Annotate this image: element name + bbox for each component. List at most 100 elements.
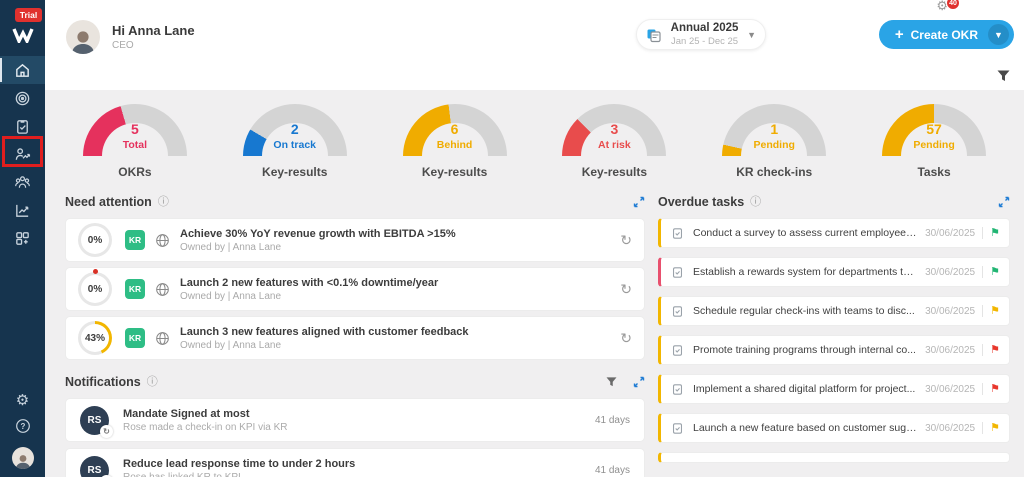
task-title: Conduct a survey to assess current emplo… bbox=[693, 227, 918, 239]
gauge-category: Key-results bbox=[262, 165, 328, 179]
sidebar-item-tasks[interactable] bbox=[0, 112, 45, 140]
gauge-value: 3 bbox=[610, 121, 619, 137]
topbar: Hi Anna Lane CEO Annual 2025 Jan 25 - De… bbox=[45, 0, 1024, 90]
task-title: Schedule regular check-ins with teams to… bbox=[693, 305, 915, 317]
notifications-filter-button[interactable] bbox=[606, 377, 617, 387]
home-icon bbox=[16, 63, 29, 77]
notification-item[interactable]: RS ↻ Reduce lead response time to under … bbox=[65, 448, 645, 477]
priority-flag-icon[interactable]: ⚑ bbox=[990, 383, 1000, 395]
need-attention-item[interactable]: 0% KR Launch 2 new features with <0.1% d… bbox=[65, 267, 645, 311]
priority-flag-icon[interactable]: ⚑ bbox=[990, 344, 1000, 356]
help-icon: ? bbox=[15, 419, 30, 433]
task-card[interactable]: Launch a new feature based on customer s… bbox=[658, 413, 1010, 443]
progress-ring: 43% bbox=[78, 321, 112, 355]
task-card[interactable]: Establish a rewards system for departmen… bbox=[658, 257, 1010, 287]
info-icon[interactable]: ⓘ bbox=[750, 196, 761, 208]
expand-icon[interactable] bbox=[633, 376, 645, 388]
globe-icon bbox=[156, 282, 169, 296]
gauge-okrs[interactable]: 5 Total OKRs bbox=[55, 104, 215, 179]
need-attention-item[interactable]: 43% KR Launch 3 new features aligned wit… bbox=[65, 316, 645, 360]
gauge-value: 5 bbox=[131, 121, 139, 137]
gauge-kr-checkins[interactable]: 1 Pending KR check-ins bbox=[694, 104, 854, 179]
info-icon[interactable]: ⓘ bbox=[147, 376, 158, 388]
create-okr-button[interactable]: + Create OKR ▼ bbox=[878, 20, 1014, 49]
task-due-date: 30/06/2025 bbox=[925, 227, 976, 239]
dashboard-root: Trial ⚙ ? Hi Anna Lane CEO Annual 2025 J… bbox=[0, 0, 1024, 477]
notifications-gear[interactable]: ⚙ 40 bbox=[936, 0, 960, 12]
task-card[interactable]: Implement a shared digital platform for … bbox=[658, 374, 1010, 404]
info-icon[interactable]: ⓘ bbox=[158, 196, 169, 208]
priority-flag-icon[interactable]: ⚑ bbox=[990, 305, 1000, 317]
grid-plus-icon bbox=[16, 231, 29, 245]
globe-icon bbox=[156, 233, 169, 247]
priority-flag-icon[interactable]: ⚑ bbox=[990, 227, 1000, 239]
task-card-partial[interactable] bbox=[658, 452, 1010, 463]
priority-flag-icon[interactable]: ⚑ bbox=[990, 422, 1000, 434]
help-button[interactable]: ? bbox=[15, 418, 31, 439]
kr-title: Achieve 30% YoY revenue growth with EBIT… bbox=[180, 227, 456, 240]
checkin-icon[interactable]: ↻ bbox=[620, 232, 632, 249]
priority-flag-icon[interactable]: ⚑ bbox=[990, 266, 1000, 278]
progress-ring: 0% bbox=[78, 223, 112, 257]
target-icon bbox=[15, 91, 30, 105]
gauge-kr-ontrack[interactable]: 2 On track Key-results bbox=[215, 104, 375, 179]
task-clipboard-icon bbox=[672, 227, 683, 239]
settings-button[interactable]: ⚙ bbox=[16, 392, 29, 410]
gear-icon: ⚙ bbox=[15, 392, 30, 409]
gauge-status: Total bbox=[122, 139, 148, 151]
greeting-block: Hi Anna Lane CEO bbox=[66, 20, 195, 54]
checkin-icon[interactable]: ↻ bbox=[620, 330, 632, 347]
gauge-category: Tasks bbox=[917, 165, 951, 179]
sidebar-item-people-progress[interactable] bbox=[0, 140, 45, 168]
weekdone-logo-icon[interactable] bbox=[11, 28, 34, 48]
create-okr-label: Create OKR bbox=[910, 27, 978, 42]
create-okr-dropdown[interactable]: ▼ bbox=[988, 24, 1009, 45]
notification-count-badge: 40 bbox=[946, 0, 960, 10]
gauge-kr-behind[interactable]: 6 Behind Key-results bbox=[375, 104, 535, 179]
gauge-status: Pending bbox=[913, 139, 955, 151]
globe-icon bbox=[156, 331, 169, 345]
plus-icon: + bbox=[894, 26, 904, 43]
gauge-tasks[interactable]: 57 Pending Tasks bbox=[854, 104, 1014, 179]
checkin-icon[interactable]: ↻ bbox=[620, 281, 632, 298]
kr-badge: KR bbox=[125, 230, 145, 250]
task-clipboard-icon bbox=[672, 422, 683, 434]
period-range: Jan 25 - Dec 25 bbox=[671, 35, 739, 47]
task-title: Launch a new feature based on customer s… bbox=[693, 422, 918, 434]
period-selector[interactable]: Annual 2025 Jan 25 - Dec 25 ▼ bbox=[636, 19, 766, 50]
sidebar-item-okrs[interactable] bbox=[0, 84, 45, 112]
gauge-category: Key-results bbox=[421, 165, 488, 179]
calendar-icon bbox=[647, 29, 661, 42]
kr-owner: Owned by | Anna Lane bbox=[180, 339, 282, 351]
need-attention-item[interactable]: 0% KR Achieve 30% YoY revenue growth wit… bbox=[65, 218, 645, 262]
task-card[interactable]: Conduct a survey to assess current emplo… bbox=[658, 218, 1010, 248]
gauge-status: At risk bbox=[598, 139, 631, 151]
main-content: 5 Total OKRs 2 On track Key-results 6 Be… bbox=[45, 90, 1024, 477]
user-avatar[interactable] bbox=[66, 20, 100, 54]
gauge-value: 57 bbox=[926, 121, 942, 137]
sidebar: Trial ⚙ ? bbox=[0, 0, 45, 477]
sidebar-avatar[interactable] bbox=[11, 447, 34, 469]
gauge-kr-atrisk[interactable]: 3 At risk Key-results bbox=[534, 104, 694, 179]
notification-subtitle: Rose made a check-in on KPI via KR bbox=[123, 421, 288, 433]
kr-title: Launch 3 new features aligned with custo… bbox=[180, 325, 469, 338]
gauge-value: 2 bbox=[290, 121, 299, 137]
overdue-tasks-title: Overdue tasks bbox=[658, 195, 745, 209]
task-clipboard-icon bbox=[672, 344, 683, 356]
trial-badge: Trial bbox=[14, 8, 43, 23]
sidebar-item-home[interactable] bbox=[0, 56, 45, 85]
expand-icon[interactable] bbox=[633, 196, 645, 208]
user-role: CEO bbox=[112, 40, 134, 51]
sidebar-item-reports[interactable] bbox=[0, 196, 45, 224]
period-label: Annual 2025 bbox=[670, 21, 739, 34]
notification-item[interactable]: RS ↻ Mandate Signed at most Rose made a … bbox=[65, 398, 645, 442]
expand-icon[interactable] bbox=[998, 196, 1010, 208]
task-clipboard-icon bbox=[672, 266, 683, 278]
task-card[interactable]: Promote training programs through intern… bbox=[658, 335, 1010, 365]
sidebar-item-apps[interactable] bbox=[0, 224, 45, 252]
checkin-overlay-icon: ↻ bbox=[100, 424, 113, 438]
dashboard-filter-button[interactable] bbox=[997, 69, 1010, 87]
sidebar-item-team[interactable] bbox=[0, 168, 45, 196]
person-trend-icon bbox=[15, 147, 31, 160]
task-card[interactable]: Schedule regular check-ins with teams to… bbox=[658, 296, 1010, 326]
